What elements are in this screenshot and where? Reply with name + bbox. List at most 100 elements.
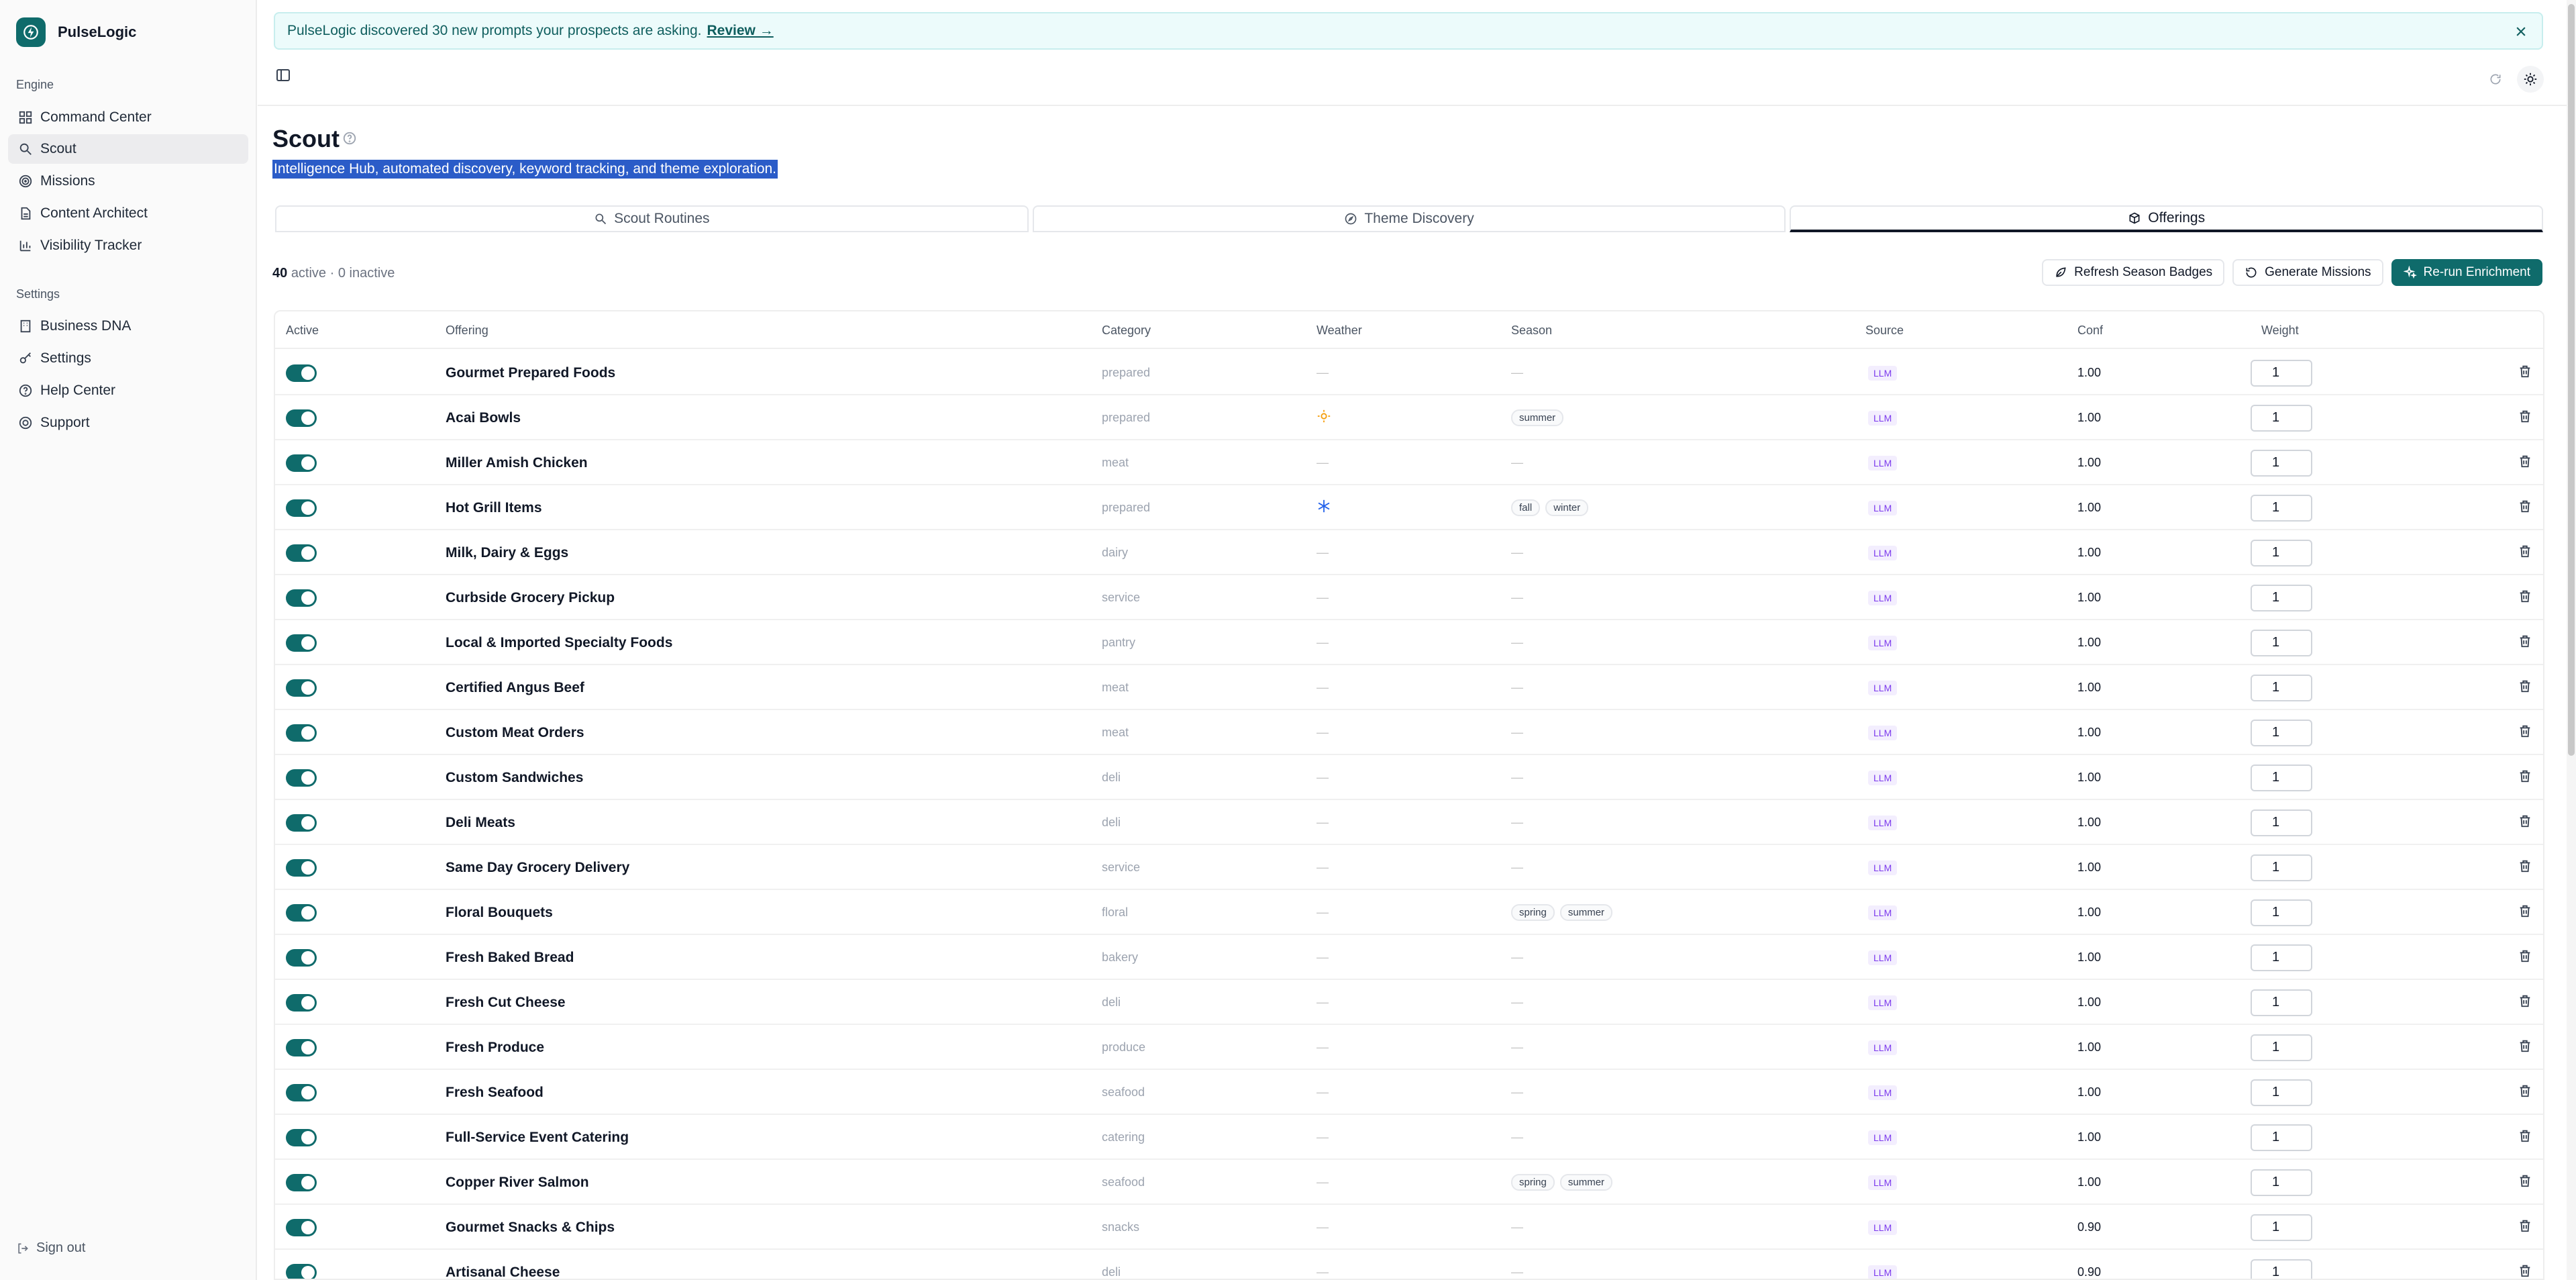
weight-input[interactable]: 1 xyxy=(2251,494,2312,522)
weight-input[interactable]: 1 xyxy=(2251,539,2312,567)
theme-sun-icon[interactable] xyxy=(2517,66,2544,93)
trash-icon[interactable] xyxy=(2518,1128,2532,1146)
trash-icon[interactable] xyxy=(2518,1083,2532,1101)
trash-icon[interactable] xyxy=(2518,1038,2532,1056)
weight-input[interactable]: 1 xyxy=(2251,899,2312,926)
column-header-category[interactable]: Category xyxy=(1102,324,1151,338)
column-header-active[interactable]: Active xyxy=(286,324,319,338)
active-toggle[interactable] xyxy=(286,679,317,697)
trash-icon[interactable] xyxy=(2518,858,2532,877)
trash-icon[interactable] xyxy=(2518,679,2532,697)
active-toggle[interactable] xyxy=(286,499,317,517)
trash-icon[interactable] xyxy=(2518,769,2532,787)
column-header-season[interactable]: Season xyxy=(1511,324,1552,338)
column-header-source[interactable]: Source xyxy=(1865,324,1904,338)
weight-input[interactable]: 1 xyxy=(2251,809,2312,836)
offerings-table: Active Offering Category Weather Season … xyxy=(274,310,2544,1280)
column-header-weight[interactable]: Weight xyxy=(2261,324,2299,338)
active-toggle[interactable] xyxy=(286,634,317,652)
trash-icon[interactable] xyxy=(2518,724,2532,742)
generate-missions-button[interactable]: Generate Missions xyxy=(2232,259,2383,286)
offering-cell: Fresh Baked Bread xyxy=(446,935,574,980)
active-toggle[interactable] xyxy=(286,903,317,922)
weight-input[interactable]: 1 xyxy=(2251,1124,2312,1151)
refresh-season-badges-button[interactable]: Refresh Season Badges xyxy=(2042,259,2225,286)
tab-scout-routines[interactable]: Scout Routines xyxy=(275,205,1029,232)
trash-icon[interactable] xyxy=(2518,1263,2532,1279)
trash-icon[interactable] xyxy=(2518,993,2532,1012)
trash-icon[interactable] xyxy=(2518,364,2532,382)
active-toggle[interactable] xyxy=(286,993,317,1012)
weight-input[interactable]: 1 xyxy=(2251,944,2312,971)
weight-input[interactable]: 1 xyxy=(2251,1169,2312,1196)
column-header-offering[interactable]: Offering xyxy=(446,324,488,338)
trash-icon[interactable] xyxy=(2518,544,2532,562)
active-toggle[interactable] xyxy=(286,1083,317,1101)
trash-icon[interactable] xyxy=(2518,814,2532,832)
weight-input[interactable]: 1 xyxy=(2251,1034,2312,1061)
column-header-conf[interactable]: Conf xyxy=(2077,324,2103,338)
active-toggle[interactable] xyxy=(286,1128,317,1146)
active-toggle[interactable] xyxy=(286,409,317,427)
refresh-icon[interactable] xyxy=(2482,66,2509,93)
active-toggle[interactable] xyxy=(286,858,317,877)
weight-input[interactable]: 1 xyxy=(2251,1259,2312,1279)
active-toggle[interactable] xyxy=(286,454,317,472)
active-toggle[interactable] xyxy=(286,1218,317,1236)
weight-input[interactable]: 1 xyxy=(2251,404,2312,432)
active-toggle[interactable] xyxy=(286,814,317,832)
sidebar-item-visibility-tracker[interactable]: Visibility Tracker xyxy=(8,231,248,260)
weight-input[interactable]: 1 xyxy=(2251,584,2312,611)
brand[interactable]: PulseLogic xyxy=(16,17,136,47)
active-toggle[interactable] xyxy=(286,589,317,607)
help-circle-icon[interactable] xyxy=(342,131,358,147)
sign-out-button[interactable]: Sign out xyxy=(16,1240,85,1256)
weight-input[interactable]: 1 xyxy=(2251,449,2312,477)
trash-icon[interactable] xyxy=(2518,589,2532,607)
trash-icon[interactable] xyxy=(2518,634,2532,652)
trash-icon[interactable] xyxy=(2518,499,2532,517)
trash-icon[interactable] xyxy=(2518,903,2532,922)
weight-input[interactable]: 1 xyxy=(2251,989,2312,1016)
sidebar-toggle-icon[interactable] xyxy=(275,67,293,85)
active-toggle[interactable] xyxy=(286,544,317,562)
weight-input[interactable]: 1 xyxy=(2251,1214,2312,1241)
sidebar-item-missions[interactable]: Missions xyxy=(8,166,248,196)
active-toggle[interactable] xyxy=(286,769,317,787)
trash-icon[interactable] xyxy=(2518,409,2532,427)
scrollbar-thumb[interactable] xyxy=(2568,4,2575,756)
sidebar-item-help-center[interactable]: Help Center xyxy=(8,376,248,405)
page-scrollbar[interactable] xyxy=(2567,0,2576,1280)
trash-icon[interactable] xyxy=(2518,948,2532,967)
active-toggle[interactable] xyxy=(286,948,317,967)
active-toggle[interactable] xyxy=(286,724,317,742)
weight-input[interactable]: 1 xyxy=(2251,764,2312,791)
active-toggle[interactable] xyxy=(286,364,317,382)
column-header-weather[interactable]: Weather xyxy=(1317,324,1362,338)
offering-cell: Local & Imported Specialty Foods xyxy=(446,620,672,665)
tab-theme-discovery[interactable]: Theme Discovery xyxy=(1032,205,1786,232)
banner-review-link[interactable]: Review → xyxy=(707,23,774,39)
tab-offerings[interactable]: Offerings xyxy=(1790,205,2544,232)
trash-icon[interactable] xyxy=(2518,1173,2532,1191)
trash-icon[interactable] xyxy=(2518,1218,2532,1236)
weight-input[interactable]: 1 xyxy=(2251,719,2312,746)
weight-input[interactable]: 1 xyxy=(2251,1079,2312,1106)
sidebar-item-command-center[interactable]: Command Center xyxy=(8,103,248,132)
weight-input[interactable]: 1 xyxy=(2251,359,2312,387)
sidebar-item-scout[interactable]: Scout xyxy=(8,134,248,164)
sidebar-item-support[interactable]: Support xyxy=(8,408,248,438)
weight-input[interactable]: 1 xyxy=(2251,854,2312,881)
close-icon[interactable] xyxy=(2511,21,2531,42)
weight-input[interactable]: 1 xyxy=(2251,629,2312,656)
weight-cell: 1 xyxy=(2251,350,2312,395)
weight-input[interactable]: 1 xyxy=(2251,674,2312,701)
rerun-enrichment-button[interactable]: Re-run Enrichment xyxy=(2391,259,2542,286)
sidebar-item-business-dna[interactable]: Business DNA xyxy=(8,311,248,341)
active-toggle[interactable] xyxy=(286,1173,317,1191)
sidebar-item-settings[interactable]: Settings xyxy=(8,344,248,373)
sidebar-item-content-architect[interactable]: Content Architect xyxy=(8,199,248,228)
active-toggle[interactable] xyxy=(286,1038,317,1056)
trash-icon[interactable] xyxy=(2518,454,2532,472)
active-toggle[interactable] xyxy=(286,1263,317,1279)
